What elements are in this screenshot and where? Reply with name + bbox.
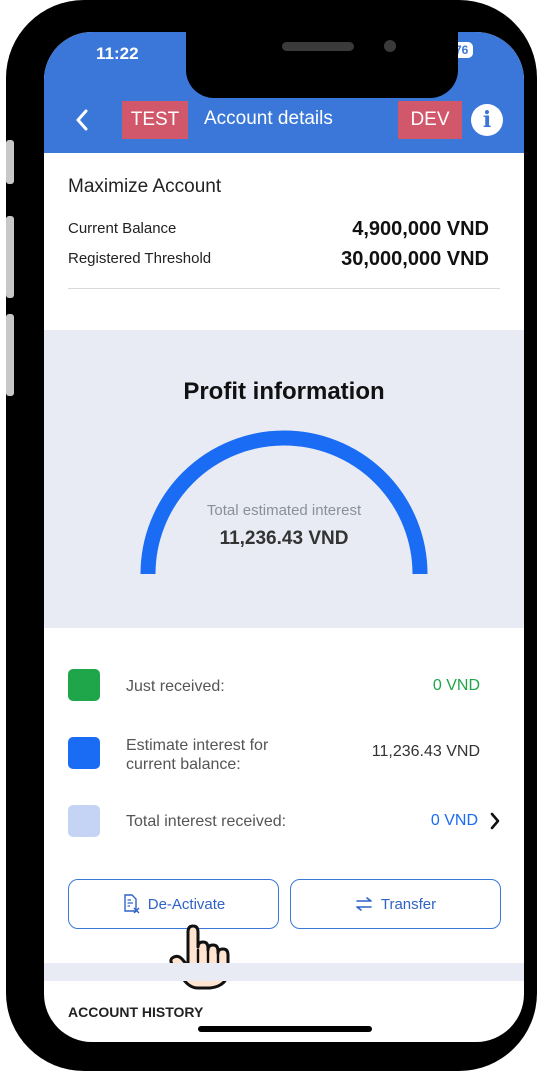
profit-title: Profit information [183,378,385,405]
info-button[interactable]: i [471,104,503,136]
document-x-icon [124,894,140,914]
total-interest-swatch [68,805,100,837]
chevron-right-icon[interactable] [488,811,502,831]
status-time: 11:22 [96,44,139,63]
estimate-interest-swatch [68,737,100,769]
gauge-value: 11,236.43 VND [219,528,349,549]
divider [68,288,500,289]
tap-hand-icon [169,924,230,990]
account-history-title: ACCOUNT HISTORY [68,1004,204,1020]
mute-switch [6,140,14,184]
info-icon: i [482,107,492,133]
total-interest-value[interactable]: 0 VND [431,812,478,830]
volume-up-button [6,216,14,298]
just-received-swatch [68,669,100,701]
transfer-label: Transfer [380,895,437,913]
front-camera [384,40,396,52]
estimate-interest-value: 11,236.43 VND [371,743,480,760]
current-balance-label: Current Balance [68,220,177,237]
env-tag-dev: DEV [398,101,462,139]
profit-panel: Profit information Total estimated inter… [44,330,524,628]
registered-threshold-label: Registered Threshold [68,250,212,267]
volume-down-button [6,314,14,396]
back-button[interactable] [72,105,92,135]
transfer-button[interactable]: Transfer [290,879,501,929]
section-separator [44,963,524,981]
estimate-interest-label: Estimate interest for current balance: [126,737,269,773]
just-received-label: Just received: [126,678,225,695]
gauge-label: Total estimated interest [206,502,362,519]
just-received-value: 0 VND [432,677,480,694]
deactivate-label: De-Activate [147,895,226,913]
registered-threshold-value: 30,000,000 VND [341,248,489,270]
phone-frame: 11:22 76 TEST Account details DEV i Maxi… [6,0,537,1071]
screen: 11:22 76 TEST Account details DEV i Maxi… [44,32,524,1042]
swap-arrows-icon [356,897,372,911]
notch [186,32,458,98]
speaker [282,42,354,51]
env-tag-test: TEST [122,101,188,139]
chevron-left-icon [76,109,88,131]
home-indicator [198,1026,372,1032]
current-balance-value: 4,900,000 VND [352,218,489,240]
total-interest-label[interactable]: Total interest received: [126,812,286,831]
page-title: Account details [204,108,333,129]
account-name: Maximize Account [68,176,222,197]
